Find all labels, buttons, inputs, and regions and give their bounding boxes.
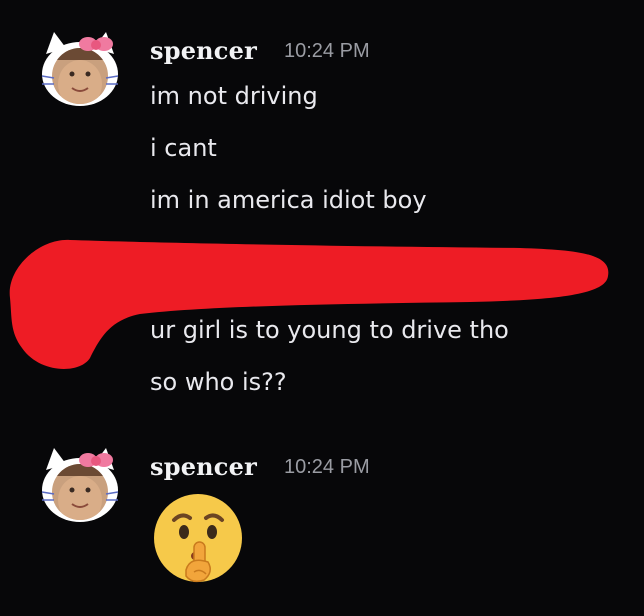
message-text: so who is?? <box>150 368 287 396</box>
message-text: ur girl is to young to drive tho <box>150 316 509 344</box>
author-name[interactable]: spencer <box>150 452 257 481</box>
message-timestamp: 10:24 PM <box>284 40 370 62</box>
message-timestamp: 10:24 PM <box>284 456 370 478</box>
message-text: im not driving <box>150 82 318 110</box>
message-text: i cant <box>150 134 217 162</box>
avatar[interactable] <box>40 28 120 108</box>
avatar[interactable] <box>40 444 120 524</box>
author-name[interactable]: spencer <box>150 36 257 65</box>
shushing-face-icon <box>150 490 246 586</box>
red-redaction-scribble <box>9 239 609 369</box>
message-text: im in america idiot boy <box>150 186 427 214</box>
